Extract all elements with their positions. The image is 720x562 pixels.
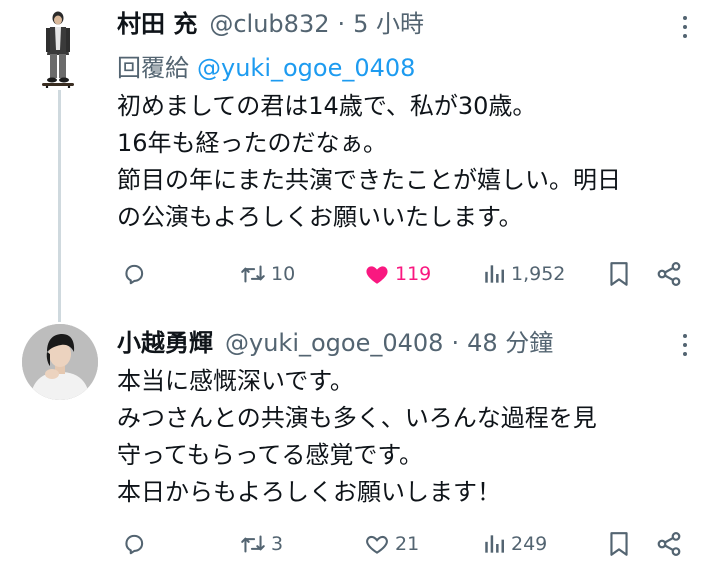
- views-button[interactable]: 1,952: [483, 256, 565, 292]
- view-count: 1,952: [511, 263, 566, 285]
- tweet-text: 本当に感慨深いです。 みつさんとの共演も多く、いろんな過程を見 守ってもらってる…: [117, 363, 697, 511]
- separator-dot: ·: [337, 10, 346, 38]
- tweet-text-line: みつさんとの共演も多く、いろんな過程を見: [117, 404, 597, 432]
- views-icon: [485, 535, 504, 553]
- bookmark-icon: [610, 262, 628, 286]
- tweet-text-line: 16年も経ったのだなぁ。: [117, 129, 388, 157]
- retweet-count: 3: [271, 533, 284, 555]
- like-button[interactable]: 119: [363, 256, 431, 292]
- reply-icon: [125, 534, 144, 555]
- tweet-text-line: 守ってもらってる感覚です。: [117, 441, 423, 469]
- display-name[interactable]: 小越勇輝: [117, 328, 213, 358]
- reply-context: 回覆給 @yuki_ogoe_0408: [117, 53, 415, 83]
- retweet-button[interactable]: 10: [239, 256, 295, 292]
- retweet-icon: [241, 265, 265, 283]
- action-bar: 10 119 1,952: [117, 256, 697, 292]
- bookmark-button[interactable]: [607, 256, 631, 292]
- user-handle[interactable]: @club832: [209, 9, 329, 39]
- share-button[interactable]: [655, 256, 683, 292]
- timestamp[interactable]: 5 小時: [353, 9, 424, 39]
- bookmark-icon: [610, 532, 628, 556]
- timestamp[interactable]: 48 分鐘: [467, 328, 553, 358]
- display-name[interactable]: 村田 充: [117, 9, 197, 39]
- views-button[interactable]: 249: [483, 526, 547, 562]
- tweet-murata[interactable]: 村田 充 @club832 · 5 小時 回覆給 @yuki_ogoe_0408 …: [0, 0, 720, 322]
- heart-icon: [366, 535, 388, 554]
- like-count: 21: [395, 533, 420, 555]
- tweet-header: 村田 充 @club832 · 5 小時: [117, 9, 424, 39]
- tweet-ogoe[interactable]: 小越勇輝 @yuki_ogoe_0408 · 48 分鐘 本当に感慨深いです。 …: [0, 318, 720, 562]
- heart-icon: [366, 266, 388, 284]
- tweet-text-line: 本当に感慨深いです。: [117, 367, 354, 395]
- tweet-text-line: の公演もよろしくお願いいたします。: [117, 203, 523, 231]
- share-icon: [657, 262, 681, 286]
- share-icon: [657, 532, 681, 556]
- separator-dot: ·: [451, 329, 460, 357]
- retweet-button[interactable]: 3: [239, 526, 283, 562]
- bookmark-button[interactable]: [607, 526, 631, 562]
- more-icon[interactable]: [670, 12, 700, 42]
- reply-icon: [125, 264, 144, 285]
- tweet-text-line: 節目の年にまた共演できたことが嬉しい。明日: [117, 166, 621, 194]
- view-count: 249: [511, 533, 548, 555]
- retweet-count: 10: [271, 263, 296, 285]
- views-icon: [485, 265, 504, 283]
- more-icon[interactable]: [670, 330, 700, 360]
- tweet-header: 小越勇輝 @yuki_ogoe_0408 · 48 分鐘: [117, 328, 553, 358]
- thread-connector-line: [58, 90, 61, 322]
- like-button[interactable]: 21: [363, 526, 419, 562]
- reply-button[interactable]: [121, 256, 147, 292]
- tweet-text-line: 初めましての君は14歳で、私が30歳。: [117, 92, 537, 120]
- reply-handle-link[interactable]: @yuki_ogoe_0408: [197, 54, 415, 82]
- reply-button[interactable]: [121, 526, 147, 562]
- share-button[interactable]: [655, 526, 683, 562]
- reply-prefix: 回覆給: [117, 54, 189, 82]
- retweet-icon: [241, 535, 265, 553]
- tweet-text-line: 本日からもよろしくお願いします！: [117, 478, 501, 506]
- like-count: 119: [395, 263, 432, 285]
- user-handle[interactable]: @yuki_ogoe_0408: [225, 328, 443, 358]
- action-bar: 3 21 249: [117, 526, 697, 562]
- avatar[interactable]: [36, 10, 80, 89]
- tweet-text: 初めましての君は14歳で、私が30歳。 16年も経ったのだなぁ。 節目の年にまた…: [117, 88, 697, 236]
